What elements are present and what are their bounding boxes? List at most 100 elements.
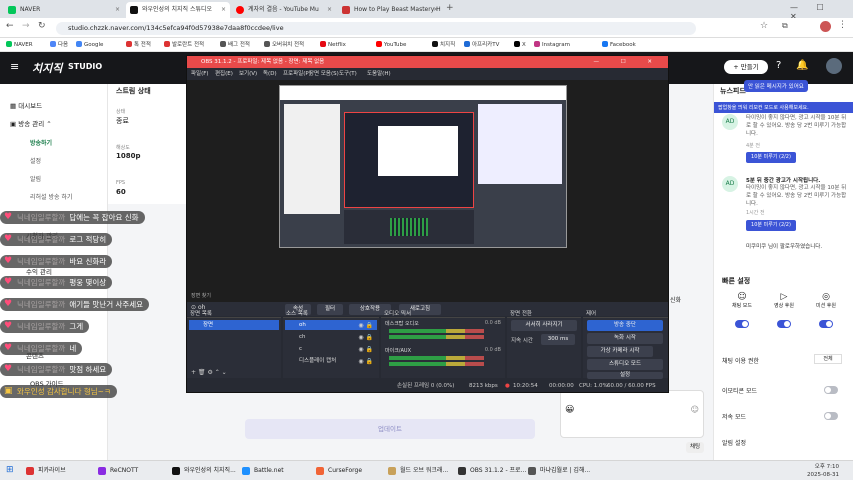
- taskbar-app[interactable]: 마냐김월로 | 김해...: [526, 464, 590, 478]
- close-icon[interactable]: ×: [221, 2, 226, 18]
- windows-start-icon[interactable]: ⊞: [6, 465, 14, 475]
- taskbar-app[interactable]: 월드 오브 워크래...: [386, 464, 448, 478]
- chat-overlay-message: ♥ 닉네임일루할까 맛점 하세요: [0, 363, 113, 376]
- obs-menu-item[interactable]: 보기(V): [239, 68, 257, 80]
- bookmark-item[interactable]: X: [514, 38, 526, 52]
- studio-mode-button[interactable]: 스튜디오 모드: [587, 359, 663, 370]
- forward-icon[interactable]: →: [22, 21, 30, 31]
- chat-input-box[interactable]: 😀 ☺: [560, 390, 704, 438]
- quick-video-donation[interactable]: ▷ 영상 후원: [764, 292, 804, 328]
- help-icon[interactable]: ?: [776, 60, 781, 71]
- delay-ad-button[interactable]: 10분 미루기 (2/2): [746, 220, 796, 231]
- mic-meter: [389, 356, 484, 360]
- bookmark-item[interactable]: 발로란트 전적: [164, 38, 204, 52]
- obs-window[interactable]: OBS 31.1.2 - 프로파일: 제목 없음 - 장면: 제목 없음 — ☐…: [186, 55, 669, 393]
- obs-menu-item[interactable]: 장면 모음(S): [309, 68, 339, 80]
- taskbar-app[interactable]: OBS 31.1.2 - 프로...: [456, 464, 526, 478]
- reload-icon[interactable]: ↻: [38, 21, 46, 31]
- new-tab-button[interactable]: +: [446, 3, 454, 13]
- update-button[interactable]: 업데이트: [245, 419, 535, 439]
- sidebar-item-dashboard[interactable]: ▦ 대시보드: [10, 100, 42, 110]
- stop-stream-button[interactable]: 방송 중단: [587, 320, 663, 331]
- bookmark-item[interactable]: 다음: [50, 38, 68, 52]
- close-icon[interactable]: ×: [327, 2, 332, 18]
- taskbar-app[interactable]: CurseForge: [314, 464, 362, 478]
- delay-ad-button[interactable]: 10분 미루기 (2/2): [746, 152, 796, 163]
- close-icon[interactable]: ×: [433, 2, 438, 18]
- bookmark-icon: [464, 41, 470, 47]
- settings-button[interactable]: 설정: [587, 372, 663, 379]
- scene-add-icon[interactable]: + 🗑 ⚙ ⌃ ⌄: [191, 369, 227, 376]
- obs-menu-item[interactable]: 도구(T): [339, 68, 357, 80]
- controls-dock: 제어 방송 중단 녹화 시작 가상 카메라 시작 스튜디오 모드 설정: [583, 311, 668, 379]
- virtual-camera-button[interactable]: 가상 카메라 시작: [587, 346, 653, 357]
- browser-tab[interactable]: 계자의 결음 - YouTube Mu ×: [232, 2, 336, 18]
- sidebar-sub-live[interactable]: 방송하기: [30, 138, 52, 147]
- obs-menu-item[interactable]: 도움말(H): [367, 68, 391, 80]
- smile-icon[interactable]: ☺: [691, 405, 699, 414]
- obs-menu-item[interactable]: 프로파일(P): [283, 68, 311, 80]
- sidebar-sub-alerts[interactable]: 알림: [30, 174, 41, 183]
- video-donation-toggle[interactable]: [777, 320, 791, 328]
- filters-button[interactable]: 필터: [317, 304, 343, 315]
- slow-mode-toggle[interactable]: [824, 412, 838, 420]
- quick-chat-mode[interactable]: ☺ 채팅 모드: [722, 292, 762, 328]
- extensions-icon[interactable]: ⧉: [782, 21, 788, 31]
- sidebar-item-broadcast[interactable]: ▣ 방송 관리 ⌃: [10, 118, 52, 128]
- bookmark-item[interactable]: Google: [76, 38, 103, 52]
- browser-tab[interactable]: 와우인성의 치지직 스튜디오 ×: [126, 2, 230, 18]
- avatar[interactable]: [826, 58, 842, 74]
- obs-window-controls[interactable]: — ☐ ✕: [593, 56, 662, 68]
- bookmark-icon: [264, 41, 270, 47]
- menu-icon[interactable]: ⋮: [838, 20, 847, 30]
- make-button[interactable]: + 만들기: [724, 60, 768, 74]
- quick-settings-title: 빠른 설정: [722, 277, 751, 285]
- bookmark-item[interactable]: 톡 전적: [126, 38, 151, 52]
- bookmark-item[interactable]: Netflix: [320, 38, 346, 52]
- desktop-audio-meter: [389, 329, 484, 333]
- back-icon[interactable]: ←: [6, 21, 14, 31]
- hamburger-icon[interactable]: ≡: [10, 60, 19, 73]
- notification-icon[interactable]: 🔔: [796, 60, 808, 71]
- taskbar-app[interactable]: 피카라이브: [24, 464, 66, 478]
- obs-menu-item[interactable]: 파일(F): [191, 68, 209, 80]
- obs-menu-item[interactable]: 편집(E): [215, 68, 233, 80]
- scene-item[interactable]: 장면: [189, 320, 279, 330]
- browser-tab[interactable]: NAVER ×: [4, 2, 124, 18]
- bookmark-item[interactable]: 오버워치 전적: [264, 38, 304, 52]
- start-recording-button[interactable]: 녹화 시작: [587, 333, 663, 344]
- chat-overlay-message: ▣ 와우인성 감사합니다 형님~ㅋ: [0, 385, 117, 398]
- sidebar-sub-rehearsal[interactable]: 리허설 방송 하기: [30, 192, 72, 201]
- bookmark-item[interactable]: Facebook: [602, 38, 636, 52]
- chat-send-button[interactable]: 채팅: [686, 442, 704, 453]
- url-input[interactable]: studio.chzzk.naver.com/134c5efca94f0d579…: [56, 22, 696, 35]
- bookmark-item[interactable]: YouTube: [376, 38, 406, 52]
- emoji-icon[interactable]: 😀: [565, 405, 574, 415]
- bookmark-item[interactable]: 아프리카TV: [464, 38, 499, 52]
- transition-select[interactable]: 서서히 사라지기: [511, 320, 577, 331]
- obs-menu-item[interactable]: 독(D): [263, 68, 277, 80]
- bookmark-star-icon[interactable]: ☆: [760, 21, 768, 31]
- emoticon-mode-toggle[interactable]: [824, 386, 838, 394]
- bookmark-item[interactable]: 치지직: [432, 38, 455, 52]
- sidebar-sub-settings[interactable]: 설정: [30, 156, 41, 165]
- quick-mission-donation[interactable]: ◎ 미션 후원: [806, 292, 846, 328]
- chat-mode-toggle[interactable]: [735, 320, 749, 328]
- preview-canvas[interactable]: [279, 85, 567, 248]
- taskbar-app[interactable]: 와우인성의 치지직...: [170, 464, 236, 478]
- profile-avatar[interactable]: [820, 21, 831, 32]
- visibility-icon[interactable]: ◉ 🔒 ◉ 🔒 ◉ 🔒 ◉ 🔒: [358, 320, 373, 368]
- obs-preview[interactable]: 장면 찾기: [187, 80, 668, 302]
- taskbar-app[interactable]: Battle.net: [240, 464, 284, 478]
- close-icon[interactable]: ×: [115, 2, 120, 18]
- bookmark-item[interactable]: Instagram: [534, 38, 570, 52]
- app-icon: [388, 467, 396, 475]
- app-icon: [316, 467, 324, 475]
- mission-donation-toggle[interactable]: [819, 320, 833, 328]
- browser-tab[interactable]: How to Play Beast Mastery H ×: [338, 2, 442, 18]
- bookmark-item[interactable]: NAVER: [6, 38, 33, 52]
- duration-input[interactable]: 300 ms: [541, 334, 575, 345]
- chat-permission-select[interactable]: 전체: [814, 354, 842, 364]
- bookmark-item[interactable]: 배그 전적: [220, 38, 250, 52]
- taskbar-app[interactable]: ReCNOTT: [96, 464, 138, 478]
